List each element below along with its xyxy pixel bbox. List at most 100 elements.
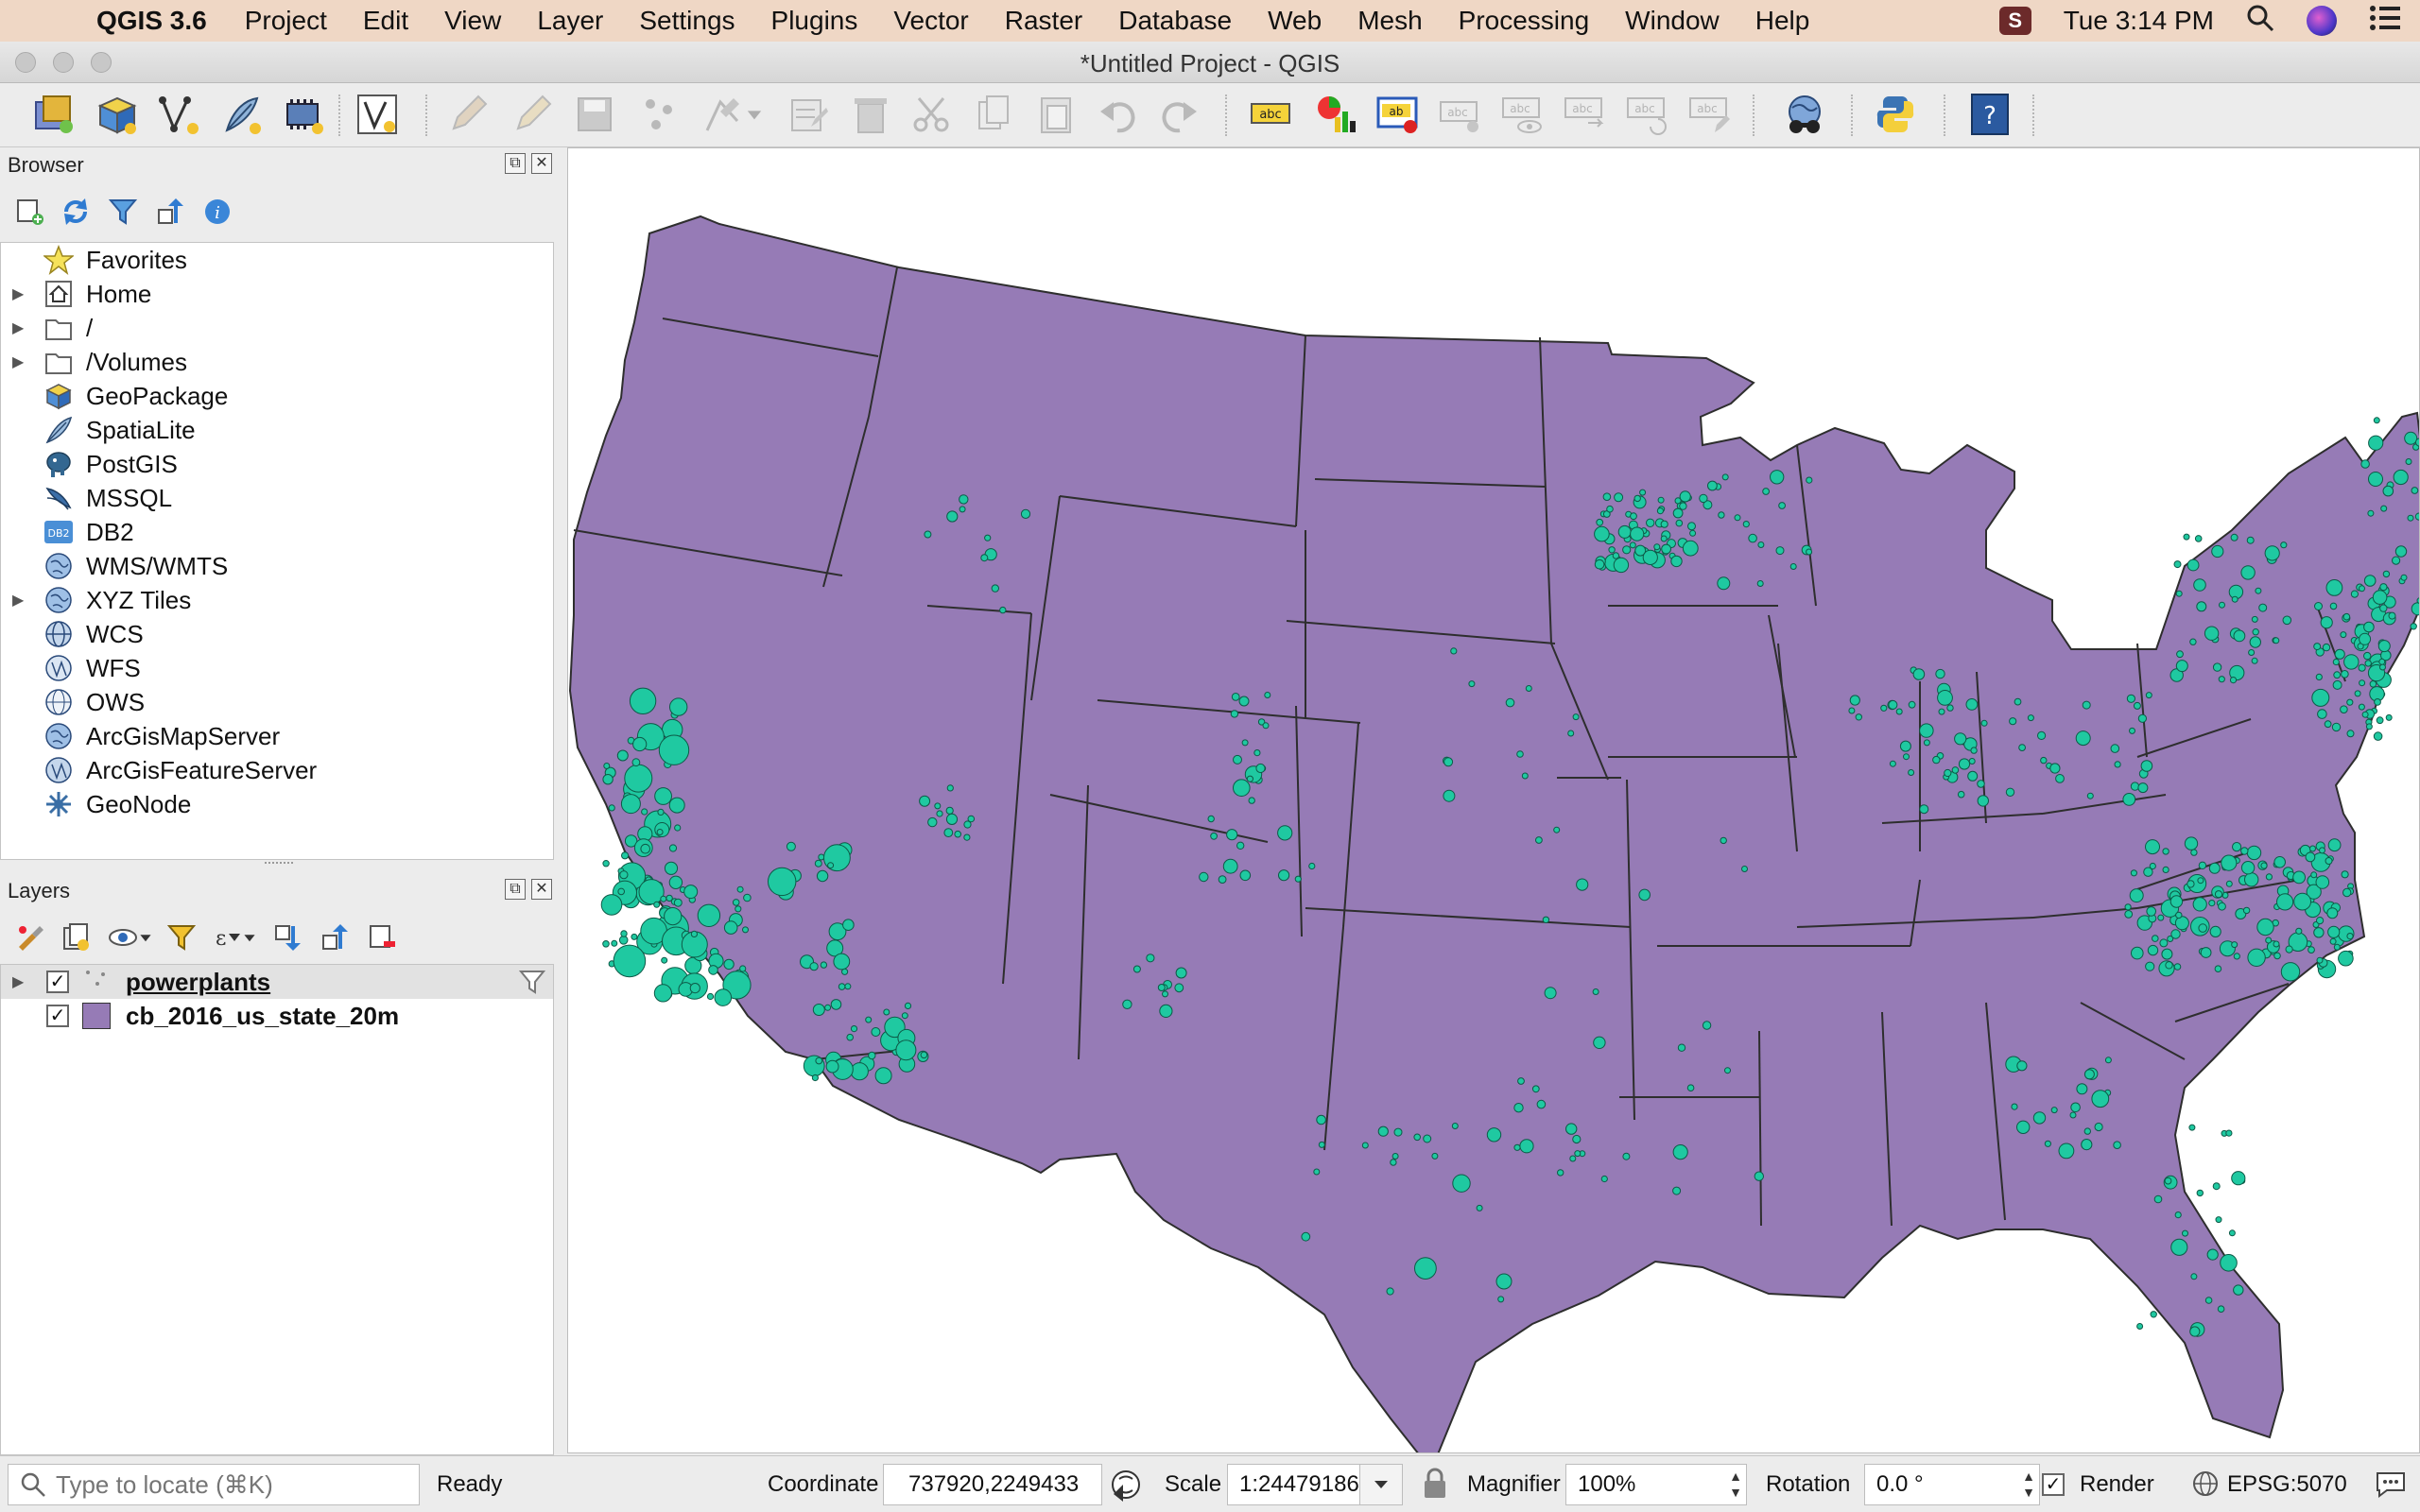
filter-legend-icon[interactable] <box>164 920 199 954</box>
expand-arrow-icon[interactable]: ▶ <box>12 972 33 991</box>
vertex-tool-button[interactable] <box>700 91 747 138</box>
menu-window[interactable]: Window <box>1625 6 1720 36</box>
menu-view[interactable]: View <box>444 6 501 36</box>
cut-features-button[interactable] <box>908 91 955 138</box>
layer-labeling-options-button[interactable]: abc <box>1248 91 1295 138</box>
remove-layer-icon[interactable] <box>365 920 399 954</box>
panel-close-button[interactable]: ✕ <box>531 153 552 174</box>
browser-item-home[interactable]: ▶ Home <box>1 277 151 311</box>
browser-item-volumes[interactable]: ▶ /Volumes <box>1 345 187 379</box>
browser-item-mssql[interactable]: MSSQL <box>1 481 172 515</box>
browser-item-arcgisfeatureserver[interactable]: ArcGisFeatureServer <box>1 753 317 787</box>
notification-center-icon[interactable] <box>2369 5 2401 38</box>
browser-item-wfs[interactable]: WFS <box>1 651 141 685</box>
spotlight-search-icon[interactable] <box>2246 4 2274 39</box>
new-virtual-layer-button[interactable] <box>280 91 327 138</box>
magnifier-spinbox[interactable]: 100% ▲ ▼ <box>1565 1464 1747 1505</box>
filter-by-expression-icon[interactable]: ε <box>210 920 244 954</box>
browser-item-wms-wmts[interactable]: WMS/WMTS <box>1 549 228 583</box>
menu-web[interactable]: Web <box>1268 6 1322 36</box>
open-layer-styling-icon[interactable] <box>13 920 47 954</box>
add-point-feature-button[interactable] <box>637 91 684 138</box>
modify-attributes-button[interactable] <box>785 91 832 138</box>
locator-search-field[interactable] <box>8 1464 420 1505</box>
highlight-pinned-labels-button[interactable]: ab <box>1374 91 1422 138</box>
save-layer-edits-button[interactable] <box>571 91 618 138</box>
scale-dropdown-button[interactable] <box>1359 1464 1403 1505</box>
render-checkbox[interactable]: ✓ <box>2042 1473 2065 1496</box>
lock-scale-icon[interactable] <box>1422 1468 1448 1506</box>
delete-selected-button[interactable] <box>847 91 894 138</box>
browser-item-ows[interactable]: OWS <box>1 685 145 719</box>
menu-project[interactable]: Project <box>245 6 327 36</box>
map-themes-dropdown[interactable] <box>136 920 155 954</box>
browser-item-wcs[interactable]: WCS <box>1 617 144 651</box>
layer-item-powerplants[interactable]: ▶ ✓ powerplants <box>1 965 553 999</box>
siri-icon[interactable] <box>2307 6 2337 36</box>
messages-icon[interactable] <box>2375 1469 2407 1504</box>
browser-item-geonode[interactable]: GeoNode <box>1 787 191 821</box>
filter-browser-icon[interactable] <box>106 195 140 229</box>
browser-item-root[interactable]: ▶ / <box>1 311 93 345</box>
current-edits-button[interactable] <box>444 91 492 138</box>
browser-item-xyz-tiles[interactable]: ▶ XYZ Tiles <box>1 583 191 617</box>
menu-raster[interactable]: Raster <box>1005 6 1082 36</box>
digitize-new-layer-button[interactable] <box>354 91 401 138</box>
rotation-spinbox[interactable]: 0.0 ° ▲ ▼ <box>1864 1464 2040 1505</box>
expand-arrow-icon[interactable]: ▶ <box>12 591 33 610</box>
panel-float-button[interactable]: ⧉ <box>505 153 526 174</box>
add-group-icon[interactable] <box>59 920 93 954</box>
panel-float-button[interactable]: ⧉ <box>505 879 526 900</box>
browser-item-postgis[interactable]: PostGIS <box>1 447 178 481</box>
copy-features-button[interactable] <box>970 91 1017 138</box>
menu-processing[interactable]: Processing <box>1459 6 1590 36</box>
spin-arrows-icon[interactable]: ▲ ▼ <box>1729 1469 1742 1501</box>
clock[interactable]: Tue 3:14 PM <box>2064 6 2214 36</box>
expand-arrow-icon[interactable]: ▶ <box>12 352 33 371</box>
menu-edit[interactable]: Edit <box>363 6 408 36</box>
show-hide-labels-button[interactable]: abc <box>1499 91 1547 138</box>
move-label-button[interactable]: abc <box>1562 91 1609 138</box>
collapse-all-layers-icon[interactable] <box>318 920 352 954</box>
crs-button[interactable]: EPSG:5070 <box>2227 1471 2347 1498</box>
expand-arrow-icon[interactable]: ▶ <box>12 284 33 303</box>
layer-filter-icon[interactable] <box>518 969 546 1002</box>
panel-resize-handle[interactable] <box>265 862 293 866</box>
map-canvas[interactable] <box>567 147 2420 1453</box>
menu-plugins[interactable]: Plugins <box>771 6 858 36</box>
manage-map-themes-icon[interactable] <box>106 920 140 954</box>
coordinate-field[interactable]: 737920,2249433 <box>883 1464 1102 1505</box>
menu-database[interactable]: Database <box>1118 6 1232 36</box>
layer-visibility-checkbox[interactable]: ✓ <box>46 971 69 993</box>
menu-settings[interactable]: Settings <box>639 6 735 36</box>
dock-splitter[interactable] <box>554 147 567 1455</box>
add-selected-layers-icon[interactable] <box>13 195 47 229</box>
redo-button[interactable] <box>1155 91 1202 138</box>
menu-help[interactable]: Help <box>1755 6 1810 36</box>
browser-item-geopackage[interactable]: GeoPackage <box>1 379 228 413</box>
new-shapefile-layer-button[interactable] <box>155 91 202 138</box>
map-render[interactable] <box>568 148 2420 1453</box>
metasearch-button[interactable] <box>1781 91 1828 138</box>
browser-item-favorites[interactable]: Favorites <box>1 243 187 277</box>
browser-item-arcgismapserver[interactable]: ArcGisMapServer <box>1 719 280 753</box>
status-app-icon[interactable]: S <box>1998 7 2031 35</box>
vertex-tool-dropdown[interactable] <box>741 91 768 138</box>
data-source-manager-button[interactable] <box>30 91 78 138</box>
layer-visibility-checkbox[interactable]: ✓ <box>46 1005 69 1027</box>
filter-expression-dropdown[interactable] <box>240 920 259 954</box>
browser-item-spatialite[interactable]: SpatiaLite <box>1 413 196 447</box>
help-button[interactable]: ? <box>1966 91 2014 138</box>
menu-layer[interactable]: Layer <box>537 6 603 36</box>
layer-item-states[interactable]: ✓ cb_2016_us_state_20m <box>1 999 553 1033</box>
locator-input[interactable] <box>56 1469 415 1500</box>
rotate-label-button[interactable]: abc <box>1624 91 1671 138</box>
panel-close-button[interactable]: ✕ <box>531 879 552 900</box>
new-spatialite-layer-button[interactable] <box>217 91 265 138</box>
app-menu[interactable]: QGIS 3.6 <box>96 6 207 36</box>
properties-info-icon[interactable]: i <box>200 195 234 229</box>
crs-globe-icon[interactable] <box>2191 1469 2220 1504</box>
collapse-all-icon[interactable] <box>153 195 187 229</box>
pin-unpin-labels-button[interactable]: abc <box>1437 91 1484 138</box>
browser-item-db2[interactable]: DB2 DB2 <box>1 515 134 549</box>
